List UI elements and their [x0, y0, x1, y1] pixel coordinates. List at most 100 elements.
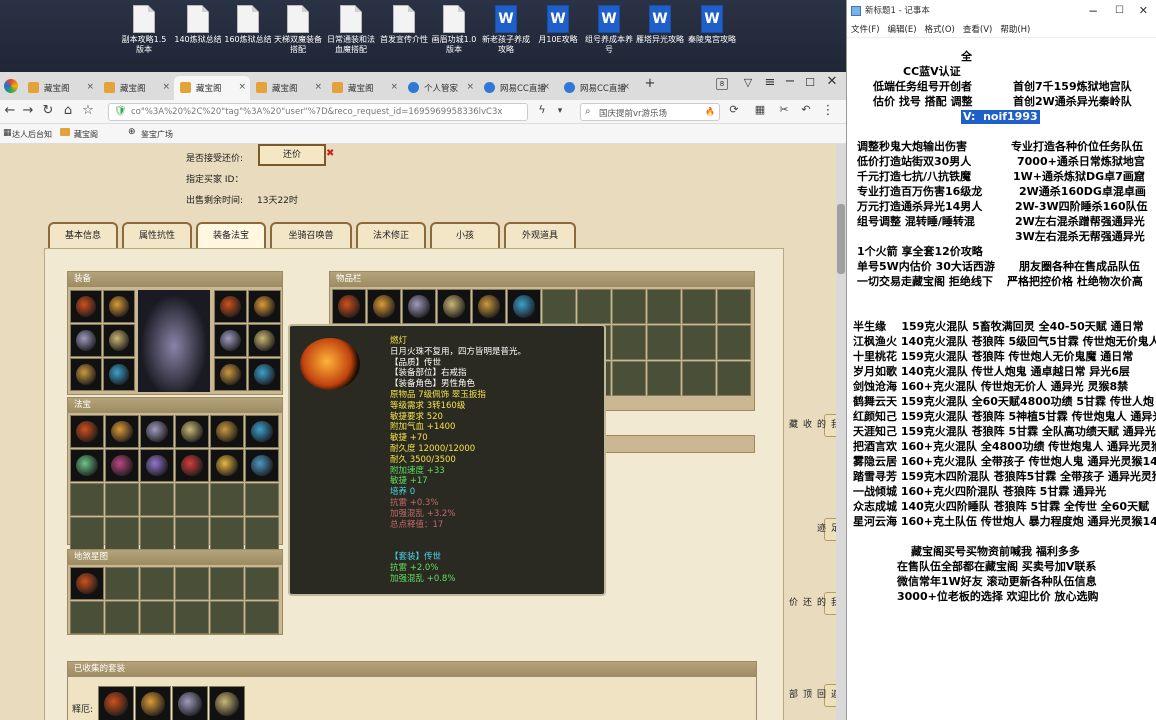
item-slot[interactable] — [70, 358, 102, 391]
page-scrollbar[interactable] — [836, 144, 846, 720]
browser-tab[interactable]: 藏宝阁 × — [326, 76, 402, 100]
game-tab[interactable]: 小孩 — [430, 222, 500, 248]
empty-slot[interactable] — [70, 601, 104, 634]
tab-close-icon[interactable]: × — [390, 82, 398, 92]
game-tab[interactable]: 坐骑召唤兽 — [270, 222, 352, 248]
grid-icon[interactable]: ▦ — [752, 103, 768, 116]
np-maximize-icon[interactable]: ☐ — [1115, 0, 1124, 22]
item-slot[interactable] — [214, 324, 247, 357]
item-slot[interactable] — [248, 358, 281, 391]
browser-tab[interactable]: 网易CC直播 × — [478, 76, 554, 100]
empty-slot[interactable] — [105, 567, 139, 600]
bookmark-item[interactable]: 鉴宝广场 — [141, 129, 173, 140]
tab-close-icon[interactable]: × — [314, 82, 322, 92]
game-tab[interactable]: 属性抗性 — [122, 222, 192, 248]
item-slot[interactable] — [103, 290, 135, 323]
desktop-file-icon[interactable]: 天梯双魔装备搭配 — [272, 5, 324, 55]
item-slot[interactable] — [367, 289, 401, 324]
scroll-thumb[interactable] — [837, 204, 845, 274]
desktop-file-icon[interactable]: W 月10E攻略 — [532, 5, 584, 45]
item-slot[interactable] — [437, 289, 471, 324]
haggle-x-icon[interactable]: ✖ — [326, 148, 334, 159]
tab-close-icon[interactable]: × — [622, 82, 630, 92]
empty-slot[interactable] — [140, 567, 174, 600]
desktop-file-icon[interactable]: W 新老孩子养成攻略 — [480, 5, 532, 55]
empty-slot[interactable] — [682, 289, 716, 324]
item-slot[interactable] — [472, 289, 506, 324]
notepad-menu-item[interactable]: 查看(V) — [963, 25, 992, 35]
item-slot[interactable] — [210, 449, 244, 482]
empty-slot[interactable] — [70, 517, 104, 550]
forward-icon[interactable]: → — [20, 103, 36, 118]
undo-icon[interactable]: ↶ — [798, 103, 814, 116]
bookmark-item[interactable]: 藏宝阁 — [74, 129, 98, 140]
extension-icon[interactable]: ⟳ — [726, 103, 742, 116]
browser-tab[interactable]: 藏宝阁 × — [250, 76, 326, 100]
item-slot[interactable] — [70, 567, 104, 600]
item-slot[interactable] — [332, 289, 366, 324]
item-slot[interactable] — [135, 686, 171, 720]
empty-slot[interactable] — [105, 483, 139, 516]
desktop-file-icon[interactable]: W 雁塔异光攻略 — [634, 5, 686, 45]
item-slot[interactable] — [402, 289, 436, 324]
bookmark-item[interactable]: 达人后台知 — [12, 129, 52, 140]
item-slot[interactable] — [98, 686, 134, 720]
desktop-file-icon[interactable]: 日常通装和法血魔搭配 — [325, 5, 377, 55]
bookmark-star-icon[interactable]: ☆ — [80, 103, 96, 118]
dropdown-icon[interactable]: ▾ — [552, 106, 568, 116]
empty-slot[interactable] — [175, 601, 209, 634]
lightning-icon[interactable]: ϟ — [534, 103, 550, 116]
empty-slot[interactable] — [140, 517, 174, 550]
browser-logo-icon[interactable] — [4, 79, 18, 93]
empty-slot[interactable] — [245, 483, 279, 516]
new-tab-icon[interactable]: + — [640, 76, 660, 91]
empty-slot[interactable] — [647, 289, 681, 324]
empty-slot[interactable] — [210, 567, 244, 600]
game-tab[interactable]: 法术修正 — [356, 222, 426, 248]
reload-icon[interactable]: ↻ — [40, 103, 56, 118]
notepad-menu-item[interactable]: 文件(F) — [851, 25, 880, 35]
item-slot[interactable] — [507, 289, 541, 324]
search-input[interactable]: ⌕ 国庆提前vr游乐场 🔥 — [580, 103, 720, 121]
empty-slot[interactable] — [647, 361, 681, 396]
game-tab[interactable]: 装备法宝 — [196, 222, 266, 248]
item-slot[interactable] — [70, 449, 104, 482]
game-tab[interactable]: 基本信息 — [48, 222, 118, 248]
item-slot[interactable] — [105, 449, 139, 482]
item-slot[interactable] — [175, 449, 209, 482]
browser-tab[interactable]: 个人管家 × — [402, 76, 478, 100]
game-tab[interactable]: 外观道具 — [504, 222, 576, 248]
url-input[interactable]: 🛡 co"%3A%20%2C%20"tag"%3A%20"user"%7D&rec… — [108, 103, 528, 121]
item-slot[interactable] — [140, 415, 174, 448]
empty-slot[interactable] — [245, 517, 279, 550]
item-slot[interactable] — [245, 415, 279, 448]
tab-close-icon[interactable]: × — [238, 82, 246, 92]
home-icon[interactable]: ⌂ — [60, 103, 76, 118]
more-icon[interactable]: ⋮ — [820, 103, 836, 118]
browser-tab[interactable]: 网易CC直播 × — [558, 76, 634, 100]
tab-close-icon[interactable]: × — [162, 82, 170, 92]
item-slot[interactable] — [210, 415, 244, 448]
desktop-file-icon[interactable]: 160炼狱总结 — [222, 5, 274, 45]
np-close-icon[interactable]: ✕ — [1139, 0, 1148, 22]
empty-slot[interactable] — [717, 289, 751, 324]
empty-slot[interactable] — [210, 483, 244, 516]
desktop-file-icon[interactable]: 副本攻略1.5版本 — [118, 5, 170, 55]
browser-tab[interactable]: 藏宝阁 × — [98, 76, 174, 100]
empty-slot[interactable] — [682, 325, 716, 360]
desktop-file-icon[interactable]: W 秦陵鬼宫攻略 — [686, 5, 738, 45]
item-slot[interactable] — [70, 290, 102, 323]
item-slot[interactable] — [214, 290, 247, 323]
empty-slot[interactable] — [612, 361, 646, 396]
notepad-text[interactable]: 全 CC蓝V认证 低端任务组号开创者 首创7千159炼狱地宫队 估价 找号 搭配 调整 首… — [847, 38, 1156, 720]
empty-slot[interactable] — [175, 517, 209, 550]
tab-close-icon[interactable]: × — [86, 82, 94, 92]
browser-tab[interactable]: 藏宝阁 × — [174, 76, 250, 100]
minimize-icon[interactable]: − — [780, 74, 800, 89]
empty-slot[interactable] — [612, 289, 646, 324]
empty-slot[interactable] — [245, 601, 279, 634]
item-slot[interactable] — [105, 415, 139, 448]
item-slot[interactable] — [103, 324, 135, 357]
empty-slot[interactable] — [717, 325, 751, 360]
empty-slot[interactable] — [245, 567, 279, 600]
